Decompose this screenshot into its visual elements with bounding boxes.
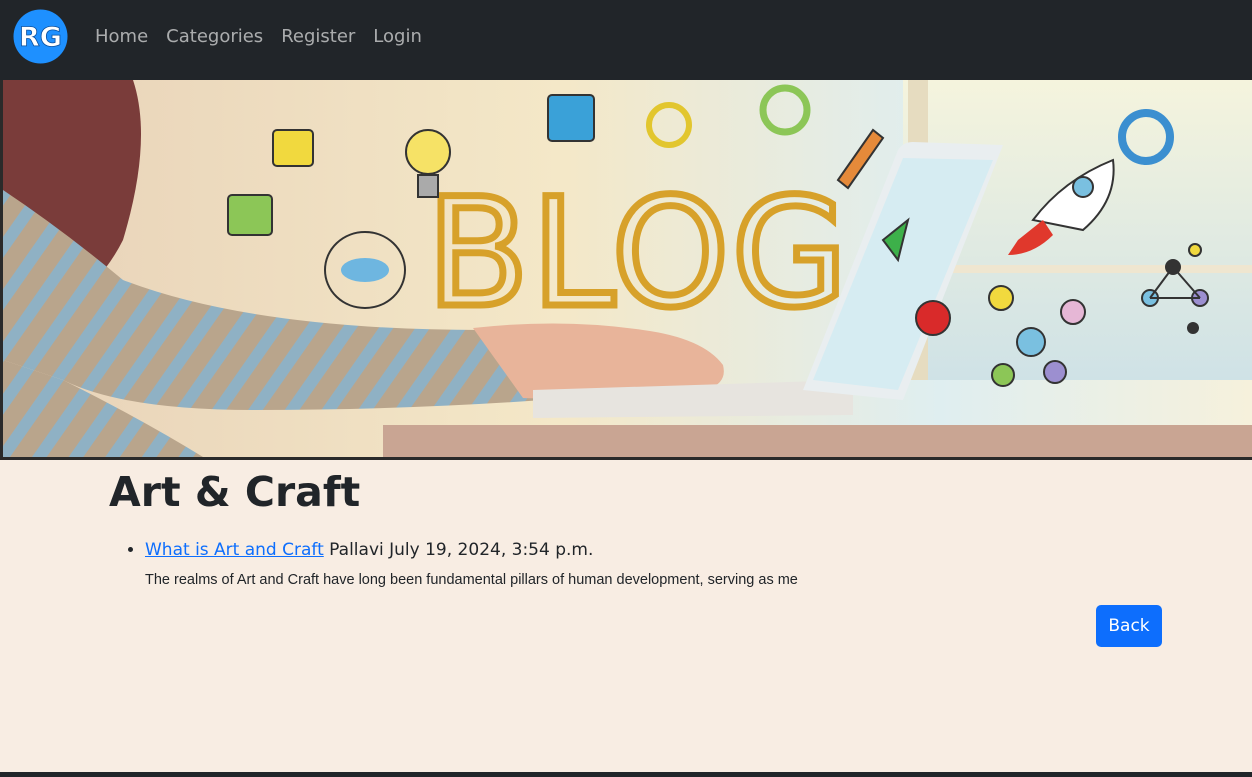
- hero-blog-text: BLOG: [426, 167, 849, 341]
- brand-logo[interactable]: RG: [13, 9, 68, 64]
- category-title: Art & Craft: [109, 468, 361, 516]
- nav-login-link[interactable]: Login: [364, 26, 431, 47]
- post-list-item: What is Art and Craft Pallavi July 19, 2…: [145, 537, 1164, 593]
- post-list: What is Art and Craft Pallavi July 19, 2…: [109, 537, 1164, 593]
- nav-categories-link[interactable]: Categories: [157, 26, 272, 47]
- hero-banner: BLOG: [0, 80, 1252, 460]
- hero-image: BLOG: [3, 80, 1252, 457]
- footer-bar: [0, 772, 1252, 777]
- post-date: July 19, 2024, 3:54 p.m.: [389, 540, 594, 560]
- category-content: Art & Craft What is Art and Craft Pallav…: [109, 460, 1164, 593]
- post-excerpt: The realms of Art and Craft have long be…: [145, 572, 798, 588]
- logo-text: RG: [19, 22, 62, 53]
- nav-register-link[interactable]: Register: [272, 26, 364, 47]
- nav-links: Home Categories Register Login: [86, 0, 431, 72]
- post-title-link[interactable]: What is Art and Craft: [145, 540, 324, 560]
- post-author: Pallavi: [329, 540, 384, 560]
- back-button[interactable]: Back: [1096, 605, 1162, 647]
- nav-home-link[interactable]: Home: [86, 26, 157, 47]
- navbar: RG Home Categories Register Login: [0, 0, 1252, 80]
